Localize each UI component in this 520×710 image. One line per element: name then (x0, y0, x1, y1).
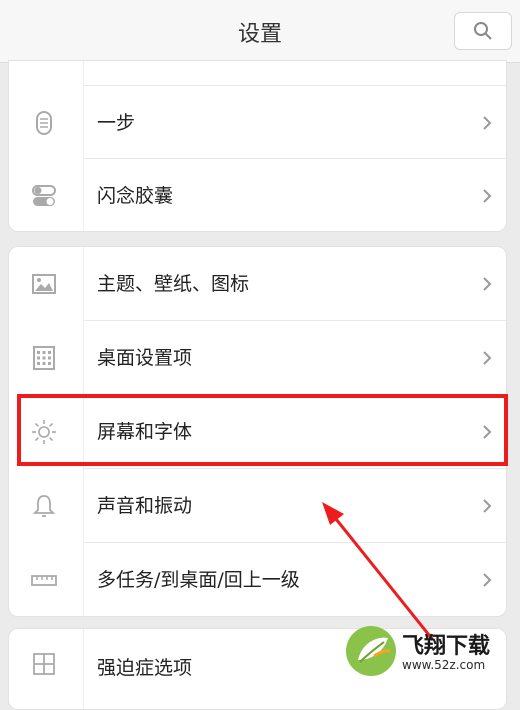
leaf-logo-icon (346, 626, 396, 676)
watermark: 飞翔下载 www.52z.com (344, 624, 514, 680)
annotation-arrow (322, 502, 435, 641)
watermark-url: www.52z.com (402, 658, 486, 672)
watermark-text: 飞翔下载 (402, 634, 491, 659)
